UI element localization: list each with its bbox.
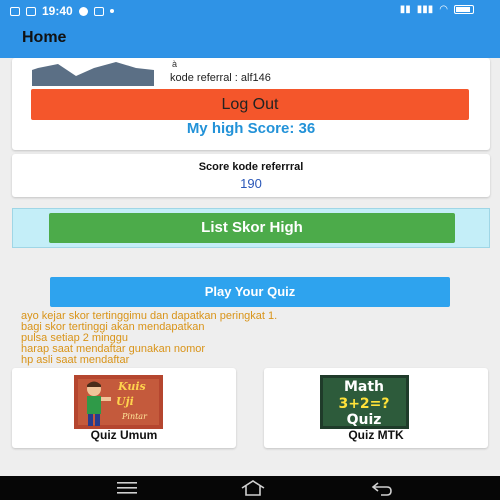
notification-icon [10, 6, 20, 16]
home-icon[interactable] [240, 479, 266, 497]
profile-card: à kode referral : alf146 Log Out My high… [12, 58, 490, 150]
status-time: 19:40 [42, 4, 73, 18]
status-bar: 19:40 ▮▮ ▮▮▮ ◠ [0, 0, 500, 22]
quiz-umum-label: Quiz Umum [90, 428, 158, 442]
info-line: hp asli saat mendaftar [21, 354, 130, 366]
avatar [32, 62, 154, 86]
app-bar: Home [0, 22, 500, 58]
icon-text: 3+2=? [338, 396, 389, 412]
signal-icon: ▮▮▮ [416, 4, 434, 15]
whatsapp-icon [78, 6, 88, 16]
referral-score-value: 190 [240, 176, 262, 191]
play-quiz-button[interactable]: Play Your Quiz [50, 277, 450, 307]
icon-text: Math [344, 379, 384, 395]
navigation-bar [0, 476, 500, 500]
dot-icon [109, 9, 114, 13]
list-score-panel: List Skor High [12, 208, 490, 248]
referral-code-text: kode referral : alf146 [170, 72, 271, 84]
user-name: à [172, 59, 178, 69]
gallery-icon [93, 6, 104, 16]
referral-score-card: Score kode referrral 190 [12, 154, 490, 197]
icon-text: Uji [116, 395, 134, 408]
info-text: ayo kejar skor tertinggimu dan dapatkan … [21, 311, 277, 366]
image-icon [26, 6, 36, 16]
status-left: 19:40 [10, 4, 114, 18]
menu-icon[interactable] [117, 482, 137, 494]
quiz-umum-card[interactable]: Kuis Uji Pintar Quiz Umum [12, 368, 236, 448]
page-title: Home [22, 29, 67, 46]
quiz-mtk-label: Quiz MTK [348, 428, 404, 442]
list-high-score-button[interactable]: List Skor High [49, 213, 455, 243]
icon-text: Pintar [121, 412, 148, 421]
status-right: ▮▮ ▮▮▮ ◠ [400, 4, 474, 15]
icon-text: Quiz [347, 412, 382, 428]
high-score-text: My high Score: 36 [186, 120, 316, 137]
quiz-mtk-card[interactable]: Math 3+2=? Quiz Quiz MTK [264, 368, 488, 448]
wifi-icon: ◠ [439, 4, 448, 15]
math-quiz-icon: Math 3+2=? Quiz [320, 375, 409, 429]
network-icon: ▮▮ [399, 4, 411, 15]
back-icon[interactable] [371, 480, 393, 496]
battery-icon [454, 5, 474, 14]
referral-score-label: Score kode referrral [198, 161, 304, 173]
logout-button[interactable]: Log Out [31, 89, 469, 120]
icon-text: Kuis [117, 380, 146, 393]
kuis-uji-pintar-icon: Kuis Uji Pintar [74, 375, 163, 429]
